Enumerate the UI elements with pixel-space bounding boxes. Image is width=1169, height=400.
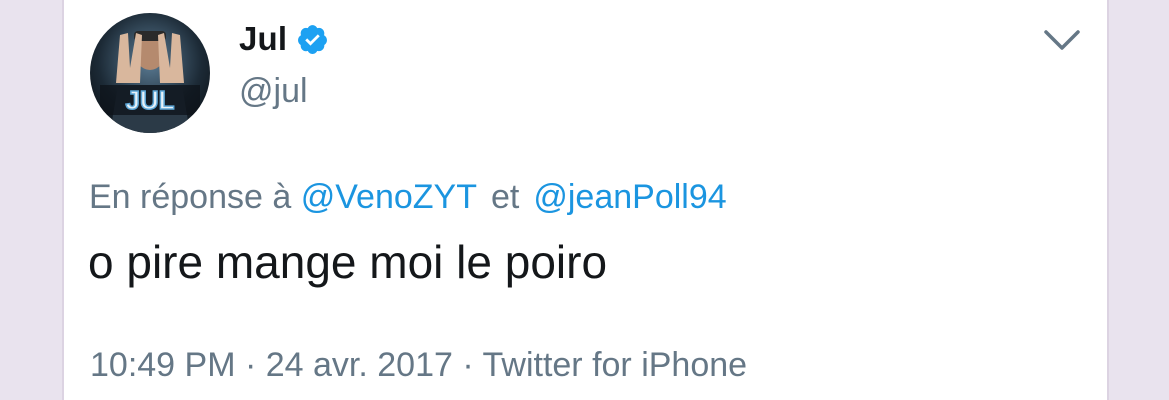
avatar-image: JUL [100,31,200,133]
tweet-card: JUL Jul @jul En réponse à @VenoZYT et @jea… [62,0,1109,400]
author-handle[interactable]: @jul [239,72,308,111]
author-row[interactable]: Jul [239,17,329,61]
mention-link-venozyt[interactable]: @VenoZYT [301,178,477,216]
avatar[interactable]: JUL [90,13,210,133]
reply-context: En réponse à @VenoZYT et @jeanPoll94 [89,178,727,217]
avatar-logo-text: JUL [125,85,174,115]
verified-badge-icon [298,24,328,54]
reply-prefix: En réponse à [89,178,292,216]
author-name[interactable]: Jul [239,20,287,58]
tweet-timestamp-source[interactable]: 10:49 PM · 24 avr. 2017 · Twitter for iP… [90,346,747,385]
mention-link-jeanpoll94[interactable]: @jeanPoll94 [533,178,726,216]
reply-conjunction: et [490,178,520,216]
chevron-down-icon[interactable] [1042,26,1082,54]
tweet-text: o pire mange moi le poiro [88,236,608,288]
